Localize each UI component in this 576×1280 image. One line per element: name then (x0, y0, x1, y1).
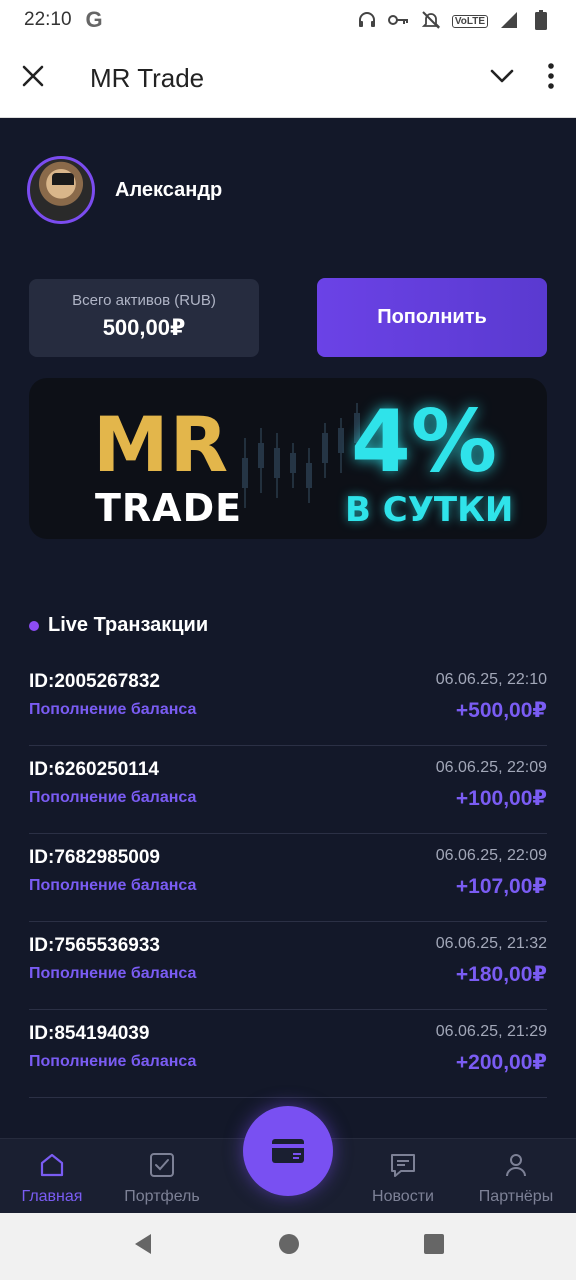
banner-rate: 4% (351, 392, 498, 492)
nav-news-label: Новости (372, 1188, 434, 1205)
nav-news[interactable]: Новости (353, 1151, 453, 1206)
transaction-amount: +107,00₽ (455, 875, 547, 898)
nav-partners-label: Партнёры (478, 1188, 554, 1205)
transaction-amount: +200,00₽ (455, 1051, 547, 1074)
chevron-down-icon[interactable] (490, 69, 514, 88)
transaction-type: Пополнение баланса (29, 1053, 197, 1070)
nav-home-label: Главная (21, 1188, 83, 1205)
recents-icon[interactable] (423, 1233, 445, 1260)
headphones-icon (356, 9, 378, 31)
main-content: Александр Всего активов (RUB) 500,00₽ По… (0, 118, 576, 1213)
transaction-id: ID:6260250114 (29, 759, 159, 780)
nav-partners[interactable]: Партнёры (466, 1151, 566, 1206)
transaction-type: Пополнение баланса (29, 877, 197, 894)
total-assets-label: Всего активов (RUB) (72, 292, 216, 309)
transaction-date: 06.06.25, 21:29 (435, 1023, 547, 1040)
system-nav-bar (0, 1213, 576, 1280)
transaction-id: ID:7565536933 (29, 935, 160, 956)
more-vertical-icon[interactable] (548, 63, 554, 94)
status-time: 22:10 (24, 9, 72, 30)
wallet-fab-button[interactable] (243, 1106, 333, 1196)
profile-name: Александр (115, 178, 223, 201)
portfolio-icon (150, 1153, 174, 1177)
profile[interactable]: Александр (27, 156, 222, 224)
transactions-list: ID:2005267832 Пополнение баланса 06.06.2… (29, 658, 547, 1098)
wallet-icon (272, 1139, 304, 1163)
app-header: MR Trade (0, 40, 576, 118)
transaction-type: Пополнение баланса (29, 965, 197, 982)
user-icon (506, 1154, 526, 1177)
live-transactions-header: Live Транзакции (29, 614, 208, 637)
transaction-row: ID:6260250114 Пополнение баланса 06.06.2… (29, 746, 547, 834)
news-icon (391, 1154, 415, 1177)
transaction-date: 06.06.25, 22:09 (435, 759, 547, 776)
app-title: MR Trade (90, 63, 205, 93)
transaction-type: Пополнение баланса (29, 701, 197, 718)
nav-home[interactable]: Главная (2, 1151, 102, 1206)
banner-period: В СУТКИ (345, 490, 514, 530)
total-assets-value: 500,00₽ (102, 315, 186, 340)
transaction-id: ID:7682985009 (29, 847, 160, 868)
live-dot-icon (29, 620, 39, 631)
avatar[interactable] (27, 156, 95, 224)
transaction-row: ID:7682985009 Пополнение баланса 06.06.2… (29, 834, 547, 922)
home-circle-icon[interactable] (278, 1233, 300, 1260)
transaction-date: 06.06.25, 22:10 (435, 671, 547, 688)
nav-portfolio-label: Портфель (124, 1188, 200, 1205)
transaction-amount: +180,00₽ (455, 963, 547, 986)
home-icon (40, 1153, 64, 1177)
transaction-date: 06.06.25, 21:32 (435, 935, 547, 952)
transaction-type: Пополнение баланса (29, 789, 197, 806)
google-icon: G (85, 7, 103, 32)
nav-portfolio[interactable]: Портфель (112, 1151, 212, 1206)
transaction-amount: +500,00₽ (455, 699, 547, 722)
total-assets-card: Всего активов (RUB) 500,00₽ (29, 279, 259, 357)
status-bar: 22:10 G VoLTE (0, 0, 576, 40)
transaction-row: ID:854194039 Пополнение баланса 06.06.25… (29, 1010, 547, 1098)
close-icon[interactable] (22, 65, 44, 92)
signal-icon (498, 9, 520, 31)
promo-banner[interactable]: MR TRADE 4% В СУТКИ (29, 378, 547, 539)
topup-button[interactable]: Пополнить (317, 278, 547, 357)
transaction-amount: +100,00₽ (455, 787, 547, 810)
bell-off-icon (420, 9, 442, 31)
transaction-row: ID:2005267832 Пополнение баланса 06.06.2… (29, 658, 547, 746)
banner-brand-top: MR (93, 400, 230, 489)
banner-brand-bottom: TRADE (95, 486, 243, 530)
transaction-id: ID:854194039 (29, 1023, 150, 1044)
back-icon[interactable] (131, 1232, 155, 1261)
transaction-date: 06.06.25, 22:09 (435, 847, 547, 864)
live-transactions-title: Live Транзакции (48, 614, 209, 636)
transaction-id: ID:2005267832 (29, 671, 160, 692)
volte-icon: VoLTE (451, 11, 488, 29)
battery-icon (530, 9, 552, 31)
transaction-row: ID:7565536933 Пополнение баланса 06.06.2… (29, 922, 547, 1010)
key-icon (387, 9, 410, 31)
